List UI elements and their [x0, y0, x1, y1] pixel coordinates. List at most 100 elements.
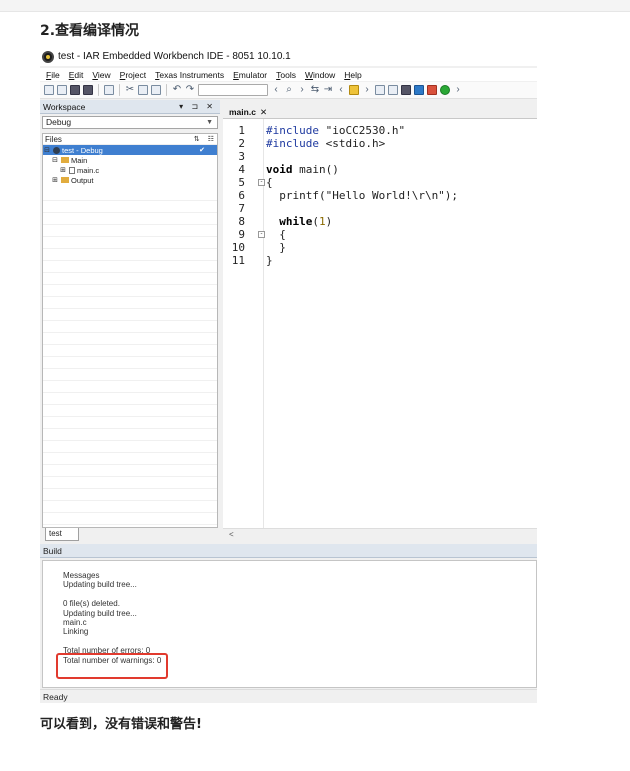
fold-toggle-icon[interactable]: - — [258, 179, 265, 186]
chevron-right-icon[interactable]: › — [297, 85, 307, 95]
tree-grid-background — [43, 189, 217, 527]
paste-icon[interactable] — [151, 85, 161, 95]
article-footer-text: 可以看到，没有错误和警告! — [40, 717, 202, 732]
chevron-down-icon[interactable]: ▼ — [206, 117, 213, 128]
article-heading: 2.查看编译情况 — [40, 23, 140, 39]
build-message — [63, 590, 161, 599]
options-icon[interactable]: ☷ — [208, 135, 214, 143]
code-line: printf("Hello World!\r\n"); — [266, 189, 459, 202]
code-line: #include "ioCC2530.h" — [266, 124, 406, 137]
build-message — [63, 637, 161, 646]
open-icon[interactable] — [57, 85, 67, 95]
compile-icon[interactable] — [375, 85, 385, 95]
project-icon — [53, 146, 60, 154]
c-file-icon — [69, 166, 75, 174]
marker-icon[interactable] — [349, 85, 359, 95]
stop-build-icon[interactable] — [401, 85, 411, 95]
toolbar-divider — [119, 84, 120, 96]
save-all-icon[interactable] — [83, 85, 93, 95]
redo-icon[interactable]: ↷ — [185, 85, 195, 95]
line-number: 2 — [238, 137, 245, 150]
tree-item-label: Output — [71, 175, 94, 185]
chevron-right-icon[interactable]: › — [362, 85, 372, 95]
tab-main-c[interactable]: main.c ✕ — [226, 106, 270, 118]
line-number: 6 — [238, 189, 245, 202]
menu-bar: File Edit View Project Texas Instruments… — [40, 68, 537, 81]
sort-icon[interactable]: ⇅ — [194, 135, 200, 143]
check-icon: ✔ — [199, 147, 205, 154]
tree-item-output[interactable]: ⊞ Output — [43, 175, 217, 185]
copy-icon[interactable] — [138, 85, 148, 95]
print-icon[interactable] — [104, 85, 114, 95]
chevron-left-icon[interactable]: ‹ — [271, 85, 281, 95]
line-number-gutter: 1 2 3 4 5 6 7 8 9 10 11 — [223, 119, 259, 528]
build-message: Updating build tree... — [63, 608, 137, 618]
window-title: test - IAR Embedded Workbench IDE - 8051… — [58, 51, 291, 62]
undo-icon[interactable]: ↶ — [172, 85, 182, 95]
line-number: 8 — [238, 215, 245, 228]
build-message-list: Messages Updating build tree... 0 file(s… — [63, 571, 161, 665]
menu-window[interactable]: Window — [305, 70, 335, 80]
menu-view[interactable]: View — [92, 70, 110, 80]
build-message: Updating build tree... — [63, 580, 137, 590]
toolbar-divider — [98, 84, 99, 96]
toolbar-divider — [166, 84, 167, 96]
debug-icon[interactable] — [414, 85, 424, 95]
code-line: void main() — [266, 163, 339, 176]
tree-item-label: main.c — [77, 165, 100, 175]
find-combo[interactable] — [198, 84, 268, 96]
workspace-tab-test[interactable]: test — [45, 528, 79, 541]
line-number: 11 — [231, 254, 245, 267]
tree-item-main-group[interactable]: ⊟ Main — [43, 155, 217, 165]
menu-project[interactable]: Project — [120, 70, 146, 80]
next-bookmark-icon[interactable]: ⇥ — [323, 85, 333, 95]
ide-window: test - IAR Embedded Workbench IDE - 8051… — [40, 47, 537, 703]
code-line: #include <stdio.h> — [266, 137, 386, 150]
line-number: 10 — [231, 241, 245, 254]
bookmark-icon[interactable]: ⇆ — [310, 85, 320, 95]
code-line: { — [266, 176, 273, 189]
build-message: Linking — [63, 627, 89, 637]
close-icon[interactable]: ✕ — [260, 107, 267, 118]
menu-emulator[interactable]: Emulator — [233, 70, 267, 80]
new-file-icon[interactable] — [44, 85, 54, 95]
editor-horizontal-scrollbar[interactable]: < — [223, 528, 537, 541]
tree-item-project[interactable]: ⊟ test - Debug ✔ — [43, 145, 217, 155]
tree-item-main-c[interactable]: ⊞ main.c — [43, 165, 217, 175]
save-icon[interactable] — [70, 85, 80, 95]
menu-file[interactable]: File — [46, 70, 60, 80]
chevron-left-icon[interactable]: ‹ — [336, 85, 346, 95]
search-icon[interactable]: ⌕ — [284, 85, 294, 95]
editor-tab-bar: main.c ✕ — [223, 104, 537, 118]
run-icon[interactable] — [440, 85, 450, 95]
code-editor[interactable]: 1 2 3 4 5 6 7 8 9 10 11 - - #include "io… — [223, 118, 537, 528]
collapse-icon[interactable]: ⊟ — [51, 156, 59, 164]
breakpoint-icon[interactable] — [427, 85, 437, 95]
scroll-left-icon[interactable]: < — [229, 530, 234, 539]
status-bar: Ready — [40, 689, 537, 703]
make-icon[interactable] — [388, 85, 398, 95]
cut-icon[interactable]: ✂ — [125, 85, 135, 95]
folder-icon — [61, 157, 69, 163]
build-message: 0 file(s) deleted. — [63, 599, 120, 609]
menu-edit[interactable]: Edit — [69, 70, 84, 80]
toolbar: ✂ ↶ ↷ ‹ ⌕ › ⇆ ⇥ ‹ › › — [40, 82, 537, 99]
code-line: { — [266, 228, 286, 241]
fold-toggle-icon[interactable]: - — [258, 231, 265, 238]
files-label: Files — [45, 134, 62, 144]
configuration-select[interactable]: Debug ▼ — [42, 116, 218, 129]
menu-tools[interactable]: Tools — [276, 70, 296, 80]
line-number: 3 — [238, 150, 245, 163]
build-message: main.c — [63, 617, 87, 627]
menu-texas-instruments[interactable]: Texas Instruments — [155, 70, 224, 80]
expand-icon[interactable]: ⊞ — [59, 166, 67, 174]
workspace-window-controls[interactable]: ▾ ⊐ ✕ — [179, 102, 216, 111]
workspace-header: Workspace ▾ ⊐ ✕ — [40, 100, 220, 114]
chevron-right-icon[interactable]: › — [453, 85, 463, 95]
highlight-annotation-box — [56, 653, 168, 679]
collapse-icon[interactable]: ⊟ — [43, 146, 51, 154]
files-column-header: Files ⇅ ☷ — [43, 134, 217, 145]
menu-help[interactable]: Help — [344, 70, 361, 80]
folder-icon — [61, 177, 69, 183]
expand-icon[interactable]: ⊞ — [51, 176, 59, 184]
